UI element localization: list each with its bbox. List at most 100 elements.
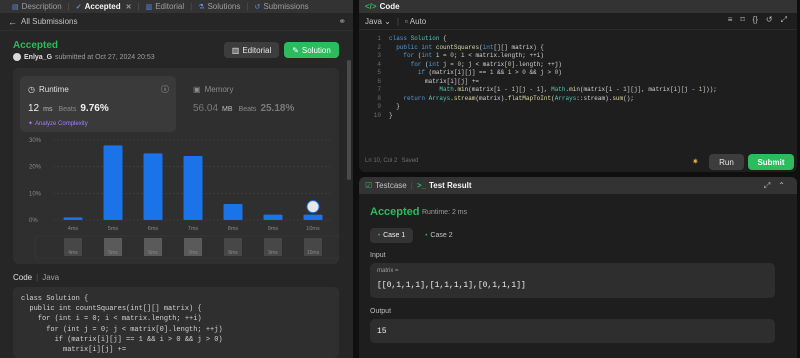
bar <box>143 153 163 220</box>
expand-icon[interactable]: ⤢ <box>764 181 770 191</box>
user-marker-avatar <box>306 200 320 214</box>
book-icon: ▥ <box>145 3 153 11</box>
submission-subheader: ← All Submissions ⚭ <box>0 13 353 31</box>
memory-panel[interactable]: ▣ Memory 56.04 MB Beats 25.18% <box>185 76 331 132</box>
case-tab-2[interactable]: • Case 2 <box>417 228 460 243</box>
result-status: Accepted <box>370 206 420 218</box>
case-tab-1[interactable]: • Case 1 <box>370 228 414 243</box>
line-number: 10 <box>373 111 381 119</box>
memory-value: 56.04 <box>193 103 219 114</box>
runtime-beats-label: Beats <box>58 106 77 113</box>
result-header: ☑ Testcase | >_ Test Result <box>359 177 797 194</box>
code-editor-panel: </> Code Java ⌄ | ▫ Auto ≡ ⌑ {} ↺ ⤢ 123456… <box>359 0 797 172</box>
format-icon[interactable]: ≡ <box>728 15 733 25</box>
line-number: 1 <box>377 35 381 42</box>
braces-icon[interactable]: {} <box>753 15 758 25</box>
line-number: 3 <box>377 52 381 59</box>
terminal-icon: >_ <box>416 181 426 190</box>
submitter-info: Enlya_G submitted at Oct 27, 2024 20:53 <box>13 53 155 61</box>
lock-icon: ▫ <box>404 16 408 26</box>
runtime-panel[interactable]: ◷ Runtime ⓘ 12 ms Beats 9.76% ✦ Analyze Co… <box>20 76 176 132</box>
bar <box>103 145 123 220</box>
output-field: 15 <box>370 319 775 343</box>
x-tick-label: 9ms <box>268 226 279 232</box>
language-select[interactable]: Java ⌄ <box>365 17 391 26</box>
submission-status: Accepted <box>13 40 59 51</box>
param-value[interactable]: [[0,1,1,1],[1,1,1,1],[0,1,1,1]] <box>377 281 526 290</box>
submitted-time: submitted at Oct 27, 2024 20:53 <box>55 53 155 61</box>
runtime-unit: ms <box>43 106 53 113</box>
scrollbar[interactable] <box>347 60 351 180</box>
tab-editorial[interactable]: ▥ Editorial <box>142 0 189 13</box>
code-icon: </> <box>365 2 377 11</box>
param-name: matrix = <box>377 268 399 274</box>
clock-icon: ◷ <box>28 85 35 94</box>
output-label: Output <box>370 308 392 315</box>
info-icon[interactable]: ⓘ <box>161 84 169 95</box>
input-field: matrix = [[0,1,1,1],[1,1,1,1],[0,1,1,1]] <box>370 263 775 298</box>
line-number: 9 <box>377 103 381 110</box>
x-tick-label: 5ms <box>108 226 119 232</box>
y-tick-label: 20% <box>29 165 42 171</box>
tab-testcase[interactable]: ☑ Testcase <box>365 181 407 190</box>
analyze-complexity-link[interactable]: ✦ Analyze Complexity <box>28 120 88 128</box>
bar <box>63 217 83 220</box>
y-tick-label: 30% <box>29 138 42 144</box>
x-tick-label: 8ms <box>228 226 239 232</box>
mini-tick-label: 5ms <box>108 250 118 256</box>
runtime-label: Runtime <box>38 85 69 94</box>
code-line: for (int j = 0; j < matrix[0].length; ++… <box>21 325 223 334</box>
code-line: matrix[i][j] += <box>21 346 127 355</box>
line-number: 5 <box>377 69 381 76</box>
close-icon[interactable]: ✕ <box>126 3 132 11</box>
chevron-up-icon[interactable]: ⌃ <box>778 181 785 191</box>
bar <box>303 214 323 220</box>
editorial-button[interactable]: ▥ Editorial <box>224 42 279 58</box>
editor-header: </> Code <box>359 0 797 13</box>
code-line: if (matrix[i][j] == 1 && i > 0 && j > 0) <box>21 335 223 344</box>
y-tick-label: 0% <box>29 218 38 224</box>
line-numbers: 1 2 3 4 5 6 7 8 9 10 <box>359 35 381 120</box>
code-line: class Solution { <box>21 295 89 303</box>
y-tick-label: 10% <box>29 191 42 197</box>
bar <box>183 156 203 220</box>
submitted-code-block: class Solution { public int countSquares… <box>13 287 339 358</box>
tab-solutions[interactable]: ⚗ Solutions <box>194 0 244 13</box>
username[interactable]: Enlya_G <box>24 54 52 61</box>
link-icon[interactable]: ⚭ <box>338 16 346 27</box>
input-label: Input <box>370 252 386 259</box>
pass-dot-icon: • <box>378 232 381 239</box>
chevron-down-icon: ⌄ <box>384 16 391 26</box>
submit-button[interactable]: Submit <box>748 154 794 170</box>
test-result-panel: ☑ Testcase | >_ Test Result ⤢ ⌃ Accepted R… <box>359 177 797 358</box>
output-value[interactable]: 15 <box>377 327 387 336</box>
memory-beats-value: 25.18% <box>260 103 295 114</box>
bookmark-icon[interactable]: ⌑ <box>740 15 744 25</box>
mini-tick-label: 4ms <box>68 250 78 256</box>
tab-test-result[interactable]: >_ Test Result <box>417 181 472 190</box>
auto-mode-toggle[interactable]: ▫ Auto <box>405 17 426 26</box>
back-to-submissions[interactable]: ← All Submissions <box>8 17 77 27</box>
tab-accepted[interactable]: ✓ Accepted ✕ <box>72 0 136 13</box>
code-section-header: Code | Java <box>13 273 60 282</box>
mini-tick-label: 7ms <box>188 250 198 256</box>
avatar[interactable] <box>13 53 21 61</box>
check-circle-icon: ✓ <box>75 3 82 11</box>
tab-submissions[interactable]: ↺ Submissions <box>250 0 312 13</box>
expand-icon[interactable]: ⤢ <box>781 15 787 25</box>
cursor-position: Ln 10, Col 2 <box>365 158 398 164</box>
sparkle-icon: ✦ <box>28 121 34 127</box>
memory-beats-label: Beats <box>238 106 257 113</box>
run-button[interactable]: Run <box>709 154 744 170</box>
submission-pane: ▤ Description | ✓ Accepted ✕ | ▥ Editorial |… <box>0 0 354 358</box>
editor-tools: ≡ ⌑ {} ↺ ⤢ <box>728 15 787 25</box>
debug-icon[interactable]: ✷ <box>692 157 699 166</box>
result-runtime: Runtime: 2 ms <box>422 209 468 216</box>
result-tools: ⤢ ⌃ <box>764 181 785 191</box>
solution-button[interactable]: ✎ Solution <box>284 42 339 58</box>
reset-icon[interactable]: ↺ <box>766 15 773 25</box>
tab-description[interactable]: ▤ Description <box>8 0 66 13</box>
history-icon: ↺ <box>254 3 261 11</box>
code-editor[interactable]: class Solution { public int countSquares… <box>389 35 717 120</box>
runtime-value: 12 <box>28 103 40 114</box>
